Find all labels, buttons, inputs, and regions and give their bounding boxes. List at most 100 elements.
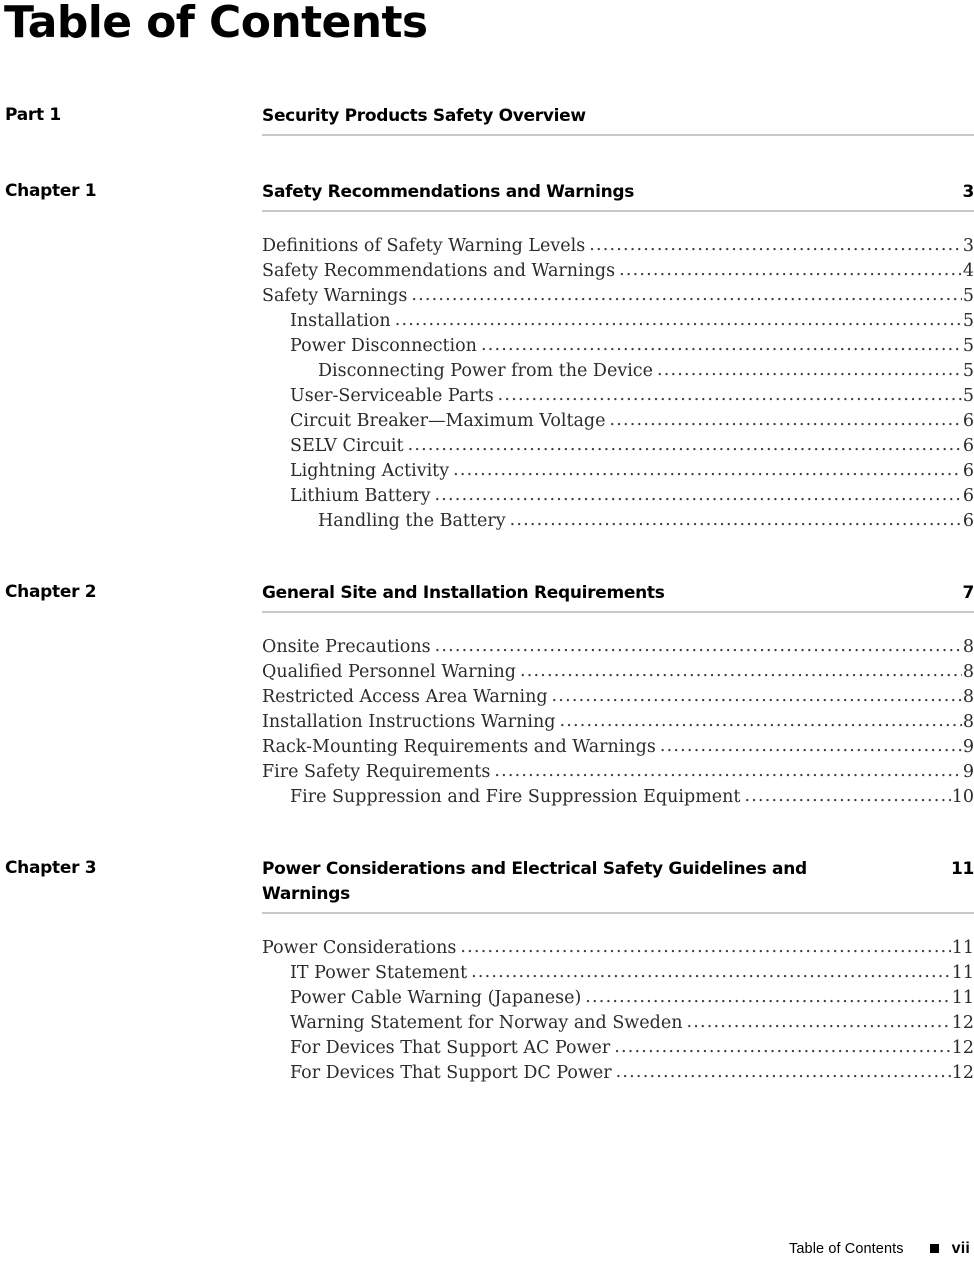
- chapter-block: Chapter 1 Safety Recommendations and Warn…: [0, 180, 974, 581]
- toc-entry[interactable]: Lightning Activity......................…: [262, 459, 974, 484]
- section-heading-main: Power Considerations and Electrical Safe…: [262, 857, 974, 914]
- toc-entry-page-number: 5: [962, 361, 974, 381]
- section-title[interactable]: Power Considerations and Electrical Safe…: [262, 857, 882, 907]
- toc-entry-text: Disconnecting Power from the Device: [318, 361, 653, 381]
- toc-entry[interactable]: Fire Safety Requirements................…: [262, 760, 974, 785]
- section-title[interactable]: Safety Recommendations and Warnings: [262, 180, 634, 205]
- toc-entry-text: For Devices That Support DC Power: [290, 1063, 612, 1083]
- section-title[interactable]: Security Products Safety Overview: [262, 104, 586, 129]
- footer-page-number: vii: [951, 1240, 970, 1257]
- section-heading-main: Safety Recommendations and Warnings 3: [262, 180, 974, 212]
- toc-entry-page-number: 6: [962, 486, 974, 506]
- dot-leader: ........................................…: [434, 485, 962, 505]
- toc-entry[interactable]: Safety Warnings.........................…: [262, 284, 974, 309]
- toc-entry[interactable]: Power Cable Warning (Japanese)..........…: [262, 986, 974, 1011]
- toc-entry[interactable]: Installation............................…: [262, 309, 974, 334]
- toc-entry[interactable]: Handling the Battery....................…: [262, 509, 974, 534]
- toc-entry-text: Warning Statement for Norway and Sweden: [290, 1013, 683, 1033]
- toc-entry[interactable]: SELV Circuit............................…: [262, 434, 974, 459]
- section-rule: [262, 134, 974, 136]
- dot-leader: ........................................…: [460, 937, 950, 957]
- toc-entry-page-number: 4: [962, 261, 974, 281]
- toc-entry[interactable]: Rack-Mounting Requirements and Warnings.…: [262, 735, 974, 760]
- dot-leader: ........................................…: [589, 235, 962, 255]
- section-heading-row[interactable]: Chapter 1 Safety Recommendations and Warn…: [0, 180, 974, 212]
- toc-entry[interactable]: Circuit Breaker—Maximum Voltage.........…: [262, 409, 974, 434]
- dot-leader: ........................................…: [407, 435, 962, 455]
- toc-entry[interactable]: Power Disconnection.....................…: [262, 334, 974, 359]
- section-title[interactable]: General Site and Installation Requiremen…: [262, 581, 665, 606]
- toc-entry-text: Restricted Access Area Warning: [262, 687, 548, 707]
- toc-entry[interactable]: For Devices That Support DC Power.......…: [262, 1061, 974, 1086]
- dot-leader: ........................................…: [619, 260, 962, 280]
- toc-entry-text: SELV Circuit: [290, 436, 404, 456]
- section-heading-row[interactable]: Chapter 3 Power Considerations and Electr…: [0, 857, 974, 914]
- toc-entry-page-number: 12: [951, 1013, 974, 1033]
- toc-entry-page-number: 11: [951, 963, 974, 983]
- section-label: Chapter 1: [5, 181, 97, 201]
- section-label: Part 1: [5, 105, 61, 125]
- toc-entry[interactable]: Power Considerations....................…: [262, 936, 974, 961]
- section-title-line: Power Considerations and Electrical Safe…: [262, 857, 974, 907]
- toc-entry-page-number: 5: [962, 386, 974, 406]
- section-title-line: Security Products Safety Overview: [262, 104, 974, 129]
- page-title: Table of Contents: [4, 0, 428, 48]
- toc-entry[interactable]: Onsite Precautions......................…: [262, 635, 974, 660]
- dot-leader: ........................................…: [615, 1062, 951, 1082]
- toc-entry-list: Power Considerations....................…: [0, 936, 974, 1086]
- toc-entry-text: Power Cable Warning (Japanese): [290, 988, 582, 1008]
- toc-entry[interactable]: Fire Suppression and Fire Suppression Eq…: [262, 785, 974, 810]
- dot-leader: ........................................…: [497, 385, 962, 405]
- dot-leader: ........................................…: [614, 1037, 950, 1057]
- toc-entry-text: Handling the Battery: [318, 511, 506, 531]
- chapter-block: Chapter 3 Power Considerations and Electr…: [0, 857, 974, 1133]
- toc-entry[interactable]: Warning Statement for Norway and Sweden.…: [262, 1011, 974, 1036]
- section-heading-row[interactable]: Chapter 2 General Site and Installation R…: [0, 581, 974, 613]
- section-label: Chapter 2: [5, 582, 97, 602]
- toc-entry[interactable]: For Devices That Support AC Power.......…: [262, 1036, 974, 1061]
- part-block: Part 1 Security Products Safety Overview: [0, 104, 974, 180]
- toc-entry[interactable]: Lithium Battery.........................…: [262, 484, 974, 509]
- toc-page: Table of Contents Part 1 Security Product…: [0, 0, 974, 1266]
- toc-entry[interactable]: Restricted Access Area Warning..........…: [262, 685, 974, 710]
- toc-entry-page-number: 12: [951, 1063, 974, 1083]
- dot-leader: ........................................…: [394, 310, 962, 330]
- toc-entry-page-number: 9: [962, 737, 974, 757]
- toc-entry[interactable]: Definitions of Safety Warning Levels....…: [262, 234, 974, 259]
- dot-leader: ........................................…: [509, 510, 962, 530]
- page-footer: Table of Contents vii: [0, 1240, 974, 1258]
- toc-entry-page-number: 11: [951, 988, 974, 1008]
- section-heading-row[interactable]: Part 1 Security Products Safety Overview: [0, 104, 974, 136]
- toc-entry[interactable]: Disconnecting Power from the Device.....…: [262, 359, 974, 384]
- section-heading-main: General Site and Installation Requiremen…: [262, 581, 974, 613]
- dot-leader: ........................................…: [480, 335, 962, 355]
- dot-leader: ........................................…: [559, 711, 961, 731]
- toc-entry[interactable]: User-Serviceable Parts..................…: [262, 384, 974, 409]
- dot-leader: ........................................…: [744, 786, 950, 806]
- section-rule: [262, 611, 974, 613]
- dot-leader: ........................................…: [519, 661, 962, 681]
- section-title-line: General Site and Installation Requiremen…: [262, 581, 974, 606]
- toc-entry-text: For Devices That Support AC Power: [290, 1038, 611, 1058]
- toc-entry-page-number: 11: [951, 938, 974, 958]
- toc-entry-text: Onsite Precautions: [262, 637, 431, 657]
- toc-entry[interactable]: IT Power Statement......................…: [262, 961, 974, 986]
- toc-entry-text: IT Power Statement: [290, 963, 468, 983]
- sections-container: Part 1 Security Products Safety Overview C…: [0, 104, 974, 1133]
- dot-leader: ........................................…: [494, 761, 962, 781]
- dot-leader: ........................................…: [411, 285, 962, 305]
- toc-entry[interactable]: Qualified Personnel Warning.............…: [262, 660, 974, 685]
- section-rule: [262, 912, 974, 914]
- toc-entry-page-number: 6: [962, 511, 974, 531]
- toc-entry-page-number: 9: [962, 762, 974, 782]
- chapter-block: Chapter 2 General Site and Installation R…: [0, 581, 974, 857]
- toc-entry[interactable]: Safety Recommendations and Warnings.....…: [262, 259, 974, 284]
- dot-leader: ........................................…: [656, 360, 962, 380]
- toc-entry[interactable]: Installation Instructions Warning.......…: [262, 710, 974, 735]
- dot-leader: ........................................…: [551, 686, 962, 706]
- toc-entry-text: Lightning Activity: [290, 461, 450, 481]
- toc-entry-text: User-Serviceable Parts: [290, 386, 494, 406]
